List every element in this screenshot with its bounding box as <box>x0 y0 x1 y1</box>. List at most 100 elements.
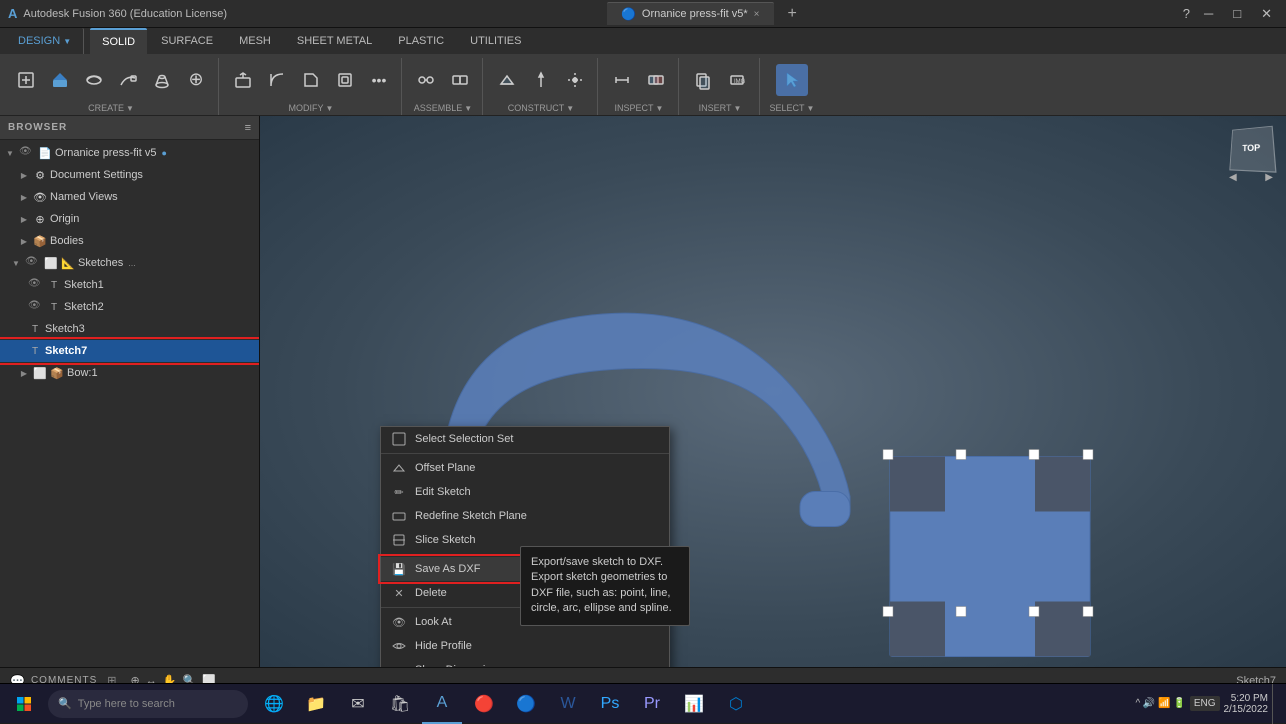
tree-label-root: Ornanice press-fit v5 <box>55 147 156 159</box>
maximize-button[interactable]: □ <box>1227 4 1247 23</box>
ctx-item-show-dimension[interactable]: Show Dimension <box>381 658 669 667</box>
taskbar-search[interactable]: 🔍 Type here to search <box>48 690 248 718</box>
close-button[interactable]: ✕ <box>1255 4 1278 24</box>
taskbar-chrome[interactable]: 🔴 <box>464 684 504 724</box>
tree-item-sketch7[interactable]: T Sketch7 <box>0 340 259 362</box>
taskbar-mail[interactable]: ✉ <box>338 684 378 724</box>
as-built-joint-button[interactable] <box>444 64 476 96</box>
taskbar-premiere[interactable]: Pr <box>632 684 672 724</box>
tree-item-named-views[interactable]: ▶ 👁 Named Views <box>0 186 259 208</box>
new-tab-button[interactable]: + <box>782 5 803 23</box>
tree-eye-sketch2[interactable]: 👁 <box>28 300 42 314</box>
tree-item-bow1[interactable]: ▶ ⬜ 📦 Bow:1 <box>0 362 259 384</box>
ctx-icon-save-dxf: 💾 <box>391 561 407 577</box>
show-desktop-button[interactable] <box>1272 684 1278 724</box>
browser-tree: ▼ 👁 📄 Ornanice press-fit v5 ● ▶ ⚙ Docume… <box>0 140 259 667</box>
loft-button[interactable] <box>146 64 178 96</box>
tree-item-sketch2[interactable]: 👁 T Sketch2 <box>0 296 259 318</box>
view-nav-right[interactable]: ▶ <box>1265 172 1273 183</box>
construct-plane-button[interactable] <box>491 64 523 96</box>
shell-button[interactable] <box>329 64 361 96</box>
ctx-item-redefine-plane[interactable]: Redefine Sketch Plane <box>381 504 669 528</box>
more-create-button[interactable]: ⊕ <box>180 64 212 96</box>
taskbar-app5[interactable]: 📊 <box>674 684 714 724</box>
taskbar-app2[interactable]: 🔵 <box>506 684 546 724</box>
tab-surface[interactable]: SURFACE <box>149 28 225 54</box>
taskbar-word[interactable]: W <box>548 684 588 724</box>
select-icons <box>776 58 808 101</box>
tab-sheet-metal[interactable]: SHEET METAL <box>285 28 384 54</box>
taskbar-explorer[interactable]: 📁 <box>296 684 336 724</box>
minimize-button[interactable]: ─ <box>1198 4 1219 23</box>
interference-button[interactable] <box>640 64 672 96</box>
ctx-item-select-set[interactable]: Select Selection Set <box>381 427 669 451</box>
revolve-button[interactable] <box>78 64 110 96</box>
tree-item-root[interactable]: ▼ 👁 📄 Ornanice press-fit v5 ● <box>0 142 259 164</box>
sweep-button[interactable] <box>112 64 144 96</box>
taskbar-store[interactable]: 🛍 <box>380 684 420 724</box>
toolbar-group-modify: ••• MODIFY ▼ <box>221 58 402 115</box>
taskbar-vscode[interactable]: ⬡ <box>716 684 756 724</box>
ctx-icon-slice-sketch <box>391 532 407 548</box>
new-component-button[interactable] <box>10 64 42 96</box>
taskbar-fusion360[interactable]: A <box>422 684 462 724</box>
tree-eye-sketches[interactable]: 👁 <box>25 256 39 270</box>
tab-close-button[interactable]: × <box>754 9 760 20</box>
tree-arrow-origin: ▶ <box>18 213 30 225</box>
tree-label-bow1: Bow:1 <box>67 367 98 379</box>
tree-item-sketch1[interactable]: 👁 T Sketch1 <box>0 274 259 296</box>
measure-button[interactable] <box>606 64 638 96</box>
design-dropdown[interactable]: DESIGN ▼ <box>6 28 84 54</box>
view-nav-left[interactable]: ◀ <box>1229 172 1237 183</box>
design-arrow: ▼ <box>63 37 71 46</box>
view-cube[interactable]: TOP ◀ ▶ <box>1226 126 1276 186</box>
insert-derive-button[interactable] <box>687 64 719 96</box>
tab-plastic[interactable]: PLASTIC <box>386 28 456 54</box>
tree-item-doc-settings[interactable]: ▶ ⚙ Document Settings <box>0 164 259 186</box>
tray-icons: ^ 🔊 📶 🔋 <box>1135 698 1185 709</box>
more-modify-button[interactable]: ••• <box>363 64 395 96</box>
tree-eye-sketch1[interactable]: 👁 <box>28 278 42 292</box>
tab-utilities[interactable]: UTILITIES <box>458 28 533 54</box>
document-tab[interactable]: 🔵 Ornanice press-fit v5* × <box>607 2 774 25</box>
tree-item-sketches[interactable]: ▼ 👁 ⬜ 📐 Sketches ... <box>0 252 259 274</box>
chamfer-button[interactable] <box>295 64 327 96</box>
tab-utilities-label: UTILITIES <box>470 35 521 47</box>
tree-icon-bow1-2: 📦 <box>50 366 64 380</box>
decal-button[interactable]: IMG <box>721 64 753 96</box>
tree-item-sketch3[interactable]: T Sketch3 <box>0 318 259 340</box>
select-group-label: SELECT ▼ <box>770 101 815 115</box>
browser-title: BROWSER <box>8 122 67 133</box>
tree-icon-doc-settings: ⚙ <box>33 168 47 182</box>
ctx-item-hide-profile[interactable]: Hide Profile <box>381 634 669 658</box>
select-button[interactable] <box>776 64 808 96</box>
taskbar-photoshop[interactable]: Ps <box>590 684 630 724</box>
tab-solid[interactable]: SOLID <box>90 28 147 54</box>
tree-item-bodies[interactable]: ▶ 📦 Bodies <box>0 230 259 252</box>
tab-bar: 🔵 Ornanice press-fit v5* × + <box>607 2 803 25</box>
canvas-viewport[interactable]: TOP ◀ ▶ Select Selection Set <box>260 116 1286 667</box>
extrude-button[interactable] <box>44 64 76 96</box>
construct-axis-button[interactable] <box>525 64 557 96</box>
assemble-group-label: ASSEMBLE ▼ <box>414 101 472 115</box>
insert-icons: IMG <box>687 58 753 101</box>
taskbar-edge[interactable]: 🌐 <box>254 684 294 724</box>
tree-item-origin[interactable]: ▶ ⊕ Origin <box>0 208 259 230</box>
tree-eye-root[interactable]: 👁 <box>19 146 33 160</box>
tree-arrow-named-views: ▶ <box>18 191 30 203</box>
tab-mesh[interactable]: MESH <box>227 28 283 54</box>
tray-lang[interactable]: ENG <box>1190 696 1220 711</box>
joint-button[interactable] <box>410 64 442 96</box>
press-pull-button[interactable] <box>227 64 259 96</box>
ctx-label-hide-profile: Hide Profile <box>415 640 659 652</box>
construct-point-button[interactable] <box>559 64 591 96</box>
clock[interactable]: 5:20 PM 2/15/2022 <box>1224 693 1269 715</box>
ctx-item-offset-plane[interactable]: Offset Plane <box>381 456 669 480</box>
assemble-icons <box>410 58 476 101</box>
view-cube-box[interactable]: TOP <box>1229 126 1276 173</box>
start-button[interactable] <box>0 684 48 724</box>
browser-collapse-button[interactable]: ≡ <box>245 122 251 134</box>
ctx-item-edit-sketch[interactable]: ✏ Edit Sketch <box>381 480 669 504</box>
help-icon[interactable]: ? <box>1183 6 1190 21</box>
fillet-button[interactable] <box>261 64 293 96</box>
